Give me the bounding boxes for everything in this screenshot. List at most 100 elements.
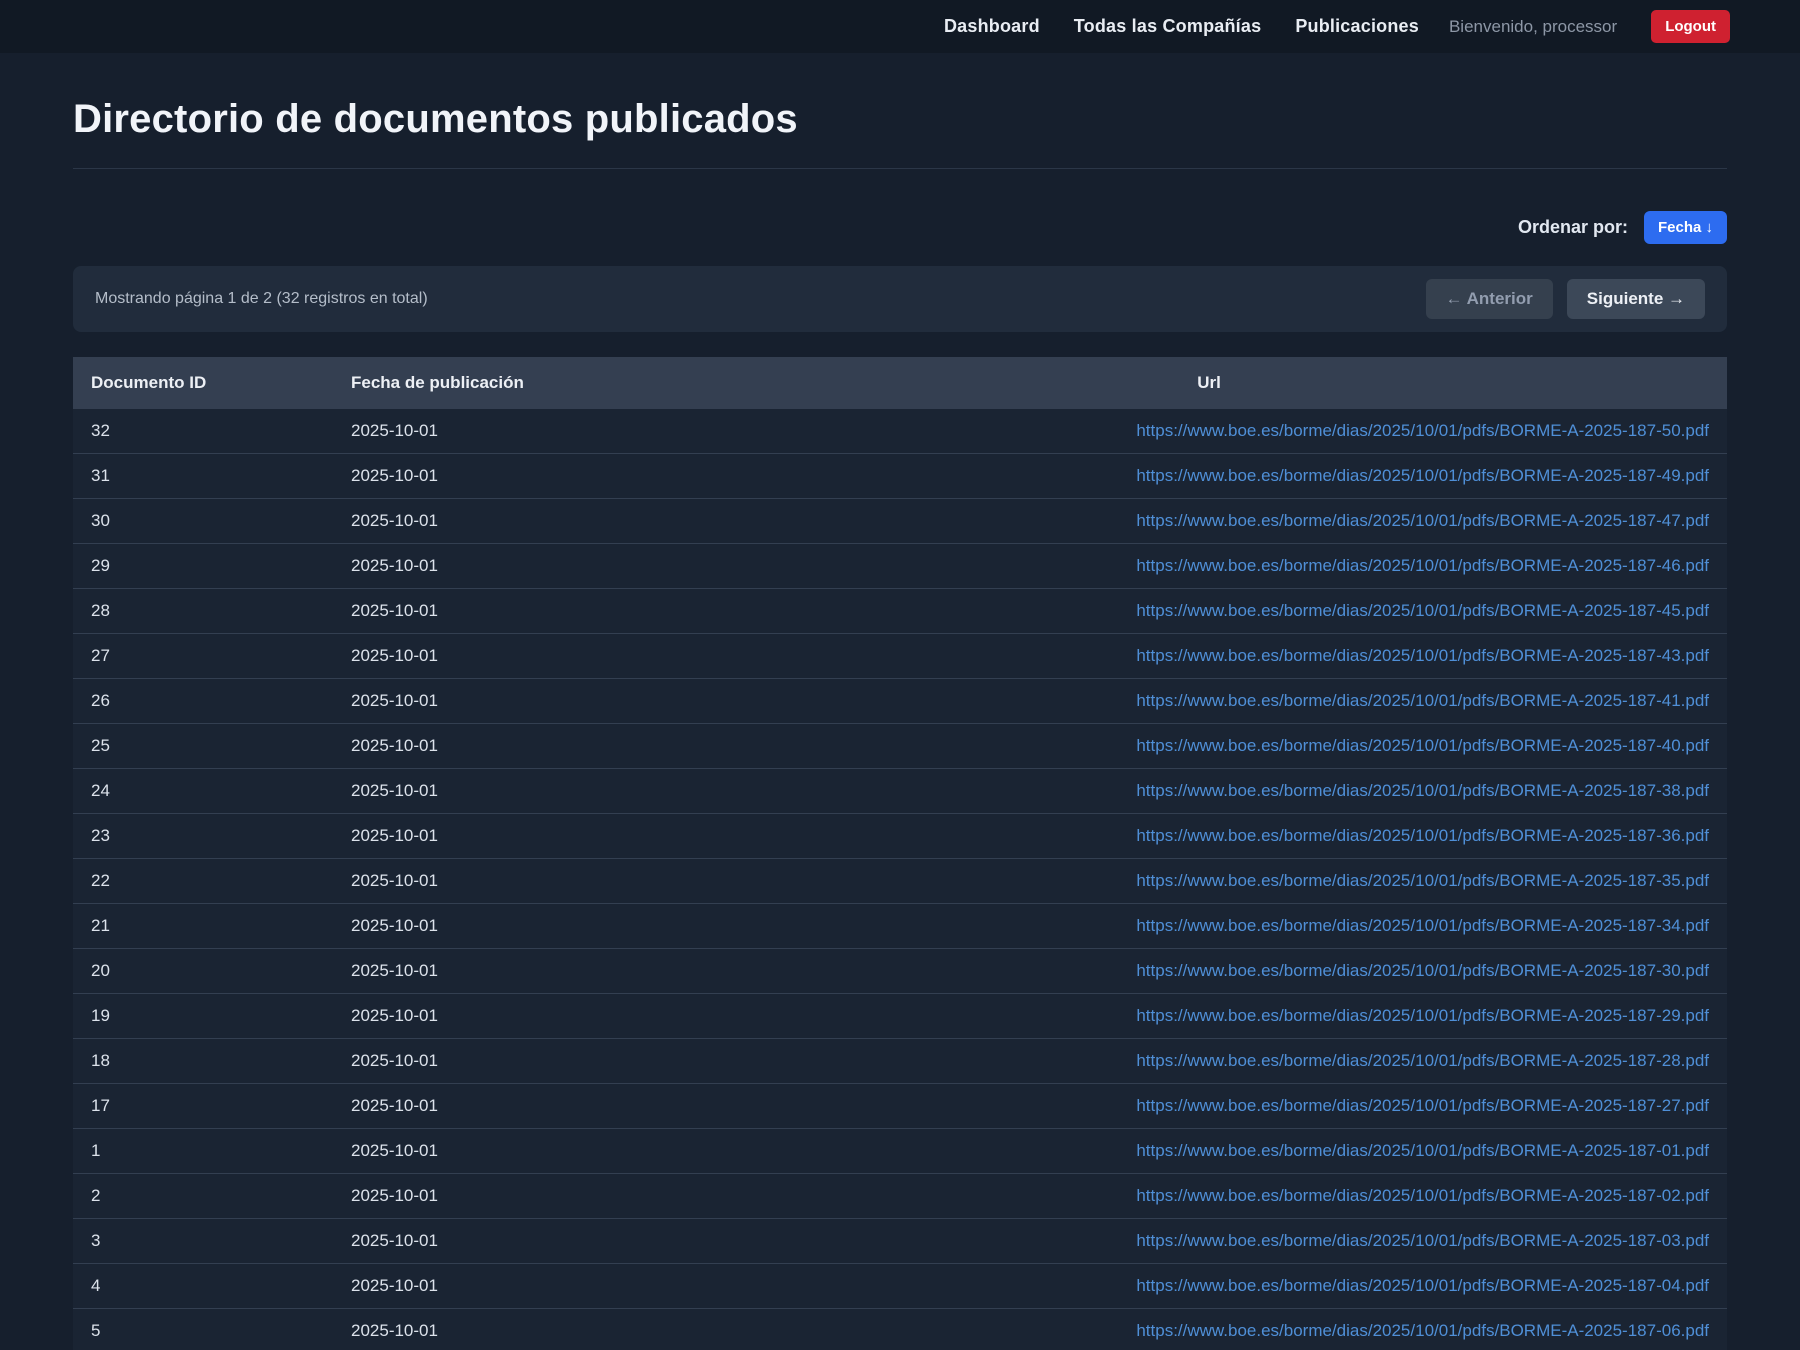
table-row: 22 2025-10-01 https://www.boe.es/borme/d…	[73, 859, 1727, 904]
fecha-cell: 2025-10-01	[333, 1039, 691, 1084]
url-cell: https://www.boe.es/borme/dias/2025/10/01…	[691, 1129, 1727, 1174]
pagination-bar: Mostrando página 1 de 2 (32 registros en…	[73, 266, 1727, 332]
url-cell: https://www.boe.es/borme/dias/2025/10/01…	[691, 994, 1727, 1039]
document-url-link[interactable]: https://www.boe.es/borme/dias/2025/10/01…	[1136, 1186, 1709, 1205]
doc-id-cell: 4	[73, 1264, 333, 1309]
url-cell: https://www.boe.es/borme/dias/2025/10/01…	[691, 544, 1727, 589]
document-url-link[interactable]: https://www.boe.es/borme/dias/2025/10/01…	[1136, 1276, 1709, 1295]
pager-buttons: ← Anterior Siguiente →	[1426, 279, 1705, 319]
url-cell: https://www.boe.es/borme/dias/2025/10/01…	[691, 634, 1727, 679]
table-row: 30 2025-10-01 https://www.boe.es/borme/d…	[73, 499, 1727, 544]
doc-id-cell: 27	[73, 634, 333, 679]
fecha-cell: 2025-10-01	[333, 1129, 691, 1174]
fecha-cell: 2025-10-01	[333, 724, 691, 769]
url-cell: https://www.boe.es/borme/dias/2025/10/01…	[691, 769, 1727, 814]
document-url-link[interactable]: https://www.boe.es/borme/dias/2025/10/01…	[1136, 1231, 1709, 1250]
logout-button[interactable]: Logout	[1651, 10, 1730, 43]
table-row: 18 2025-10-01 https://www.boe.es/borme/d…	[73, 1039, 1727, 1084]
fecha-cell: 2025-10-01	[333, 1264, 691, 1309]
url-cell: https://www.boe.es/borme/dias/2025/10/01…	[691, 724, 1727, 769]
fecha-cell: 2025-10-01	[333, 994, 691, 1039]
table-row: 25 2025-10-01 https://www.boe.es/borme/d…	[73, 724, 1727, 769]
document-url-link[interactable]: https://www.boe.es/borme/dias/2025/10/01…	[1136, 871, 1709, 890]
table-row: 21 2025-10-01 https://www.boe.es/borme/d…	[73, 904, 1727, 949]
url-cell: https://www.boe.es/borme/dias/2025/10/01…	[691, 949, 1727, 994]
prev-page-button[interactable]: ← Anterior	[1426, 279, 1553, 319]
table-row: 1 2025-10-01 https://www.boe.es/borme/di…	[73, 1129, 1727, 1174]
document-url-link[interactable]: https://www.boe.es/borme/dias/2025/10/01…	[1136, 601, 1709, 620]
url-cell: https://www.boe.es/borme/dias/2025/10/01…	[691, 1084, 1727, 1129]
document-url-link[interactable]: https://www.boe.es/borme/dias/2025/10/01…	[1136, 1006, 1709, 1025]
doc-id-cell: 24	[73, 769, 333, 814]
doc-id-cell: 1	[73, 1129, 333, 1174]
document-url-link[interactable]: https://www.boe.es/borme/dias/2025/10/01…	[1136, 646, 1709, 665]
welcome-text: Bienvenido, processor	[1449, 17, 1617, 37]
document-url-link[interactable]: https://www.boe.es/borme/dias/2025/10/01…	[1136, 826, 1709, 845]
sort-row: Ordenar por: Fecha ↓	[73, 211, 1727, 244]
fecha-cell: 2025-10-01	[333, 499, 691, 544]
document-url-link[interactable]: https://www.boe.es/borme/dias/2025/10/01…	[1136, 1096, 1709, 1115]
doc-id-cell: 5	[73, 1309, 333, 1350]
document-url-link[interactable]: https://www.boe.es/borme/dias/2025/10/01…	[1136, 736, 1709, 755]
page-title: Directorio de documentos publicados	[73, 97, 1727, 169]
header-fecha-publicacion: Fecha de publicación	[333, 357, 691, 409]
nav-link-dashboard[interactable]: Dashboard	[944, 16, 1040, 37]
document-url-link[interactable]: https://www.boe.es/borme/dias/2025/10/01…	[1136, 466, 1709, 485]
doc-id-cell: 23	[73, 814, 333, 859]
fecha-cell: 2025-10-01	[333, 544, 691, 589]
url-cell: https://www.boe.es/borme/dias/2025/10/01…	[691, 814, 1727, 859]
fecha-cell: 2025-10-01	[333, 859, 691, 904]
document-url-link[interactable]: https://www.boe.es/borme/dias/2025/10/01…	[1136, 511, 1709, 530]
document-url-link[interactable]: https://www.boe.es/borme/dias/2025/10/01…	[1136, 961, 1709, 980]
url-cell: https://www.boe.es/borme/dias/2025/10/01…	[691, 1219, 1727, 1264]
doc-id-cell: 25	[73, 724, 333, 769]
url-cell: https://www.boe.es/borme/dias/2025/10/01…	[691, 1039, 1727, 1084]
table-row: 23 2025-10-01 https://www.boe.es/borme/d…	[73, 814, 1727, 859]
table-row: 28 2025-10-01 https://www.boe.es/borme/d…	[73, 589, 1727, 634]
nav-link-todas-las-companias[interactable]: Todas las Compañías	[1074, 16, 1262, 37]
url-cell: https://www.boe.es/borme/dias/2025/10/01…	[691, 409, 1727, 454]
pagination-status: Mostrando página 1 de 2 (32 registros en…	[95, 290, 428, 308]
fecha-cell: 2025-10-01	[333, 1174, 691, 1219]
doc-id-cell: 19	[73, 994, 333, 1039]
doc-id-cell: 30	[73, 499, 333, 544]
table-row: 3 2025-10-01 https://www.boe.es/borme/di…	[73, 1219, 1727, 1264]
doc-id-cell: 3	[73, 1219, 333, 1264]
document-url-link[interactable]: https://www.boe.es/borme/dias/2025/10/01…	[1136, 1321, 1709, 1340]
url-cell: https://www.boe.es/borme/dias/2025/10/01…	[691, 1309, 1727, 1350]
doc-id-cell: 28	[73, 589, 333, 634]
table-row: 24 2025-10-01 https://www.boe.es/borme/d…	[73, 769, 1727, 814]
next-page-button[interactable]: Siguiente →	[1567, 279, 1705, 319]
navbar-inner: Dashboard Todas las Compañías Publicacio…	[0, 10, 1800, 43]
fecha-cell: 2025-10-01	[333, 589, 691, 634]
fecha-cell: 2025-10-01	[333, 949, 691, 994]
main-content: Directorio de documentos publicados Orde…	[0, 97, 1800, 1350]
document-url-link[interactable]: https://www.boe.es/borme/dias/2025/10/01…	[1136, 1051, 1709, 1070]
fecha-cell: 2025-10-01	[333, 904, 691, 949]
doc-id-cell: 32	[73, 409, 333, 454]
document-url-link[interactable]: https://www.boe.es/borme/dias/2025/10/01…	[1136, 556, 1709, 575]
table-row: 32 2025-10-01 https://www.boe.es/borme/d…	[73, 409, 1727, 454]
fecha-cell: 2025-10-01	[333, 679, 691, 724]
document-url-link[interactable]: https://www.boe.es/borme/dias/2025/10/01…	[1136, 781, 1709, 800]
table-row: 26 2025-10-01 https://www.boe.es/borme/d…	[73, 679, 1727, 724]
url-cell: https://www.boe.es/borme/dias/2025/10/01…	[691, 499, 1727, 544]
fecha-cell: 2025-10-01	[333, 1309, 691, 1350]
table-row: 2 2025-10-01 https://www.boe.es/borme/di…	[73, 1174, 1727, 1219]
fecha-cell: 2025-10-01	[333, 1084, 691, 1129]
url-cell: https://www.boe.es/borme/dias/2025/10/01…	[691, 679, 1727, 724]
doc-id-cell: 31	[73, 454, 333, 499]
table-row: 29 2025-10-01 https://www.boe.es/borme/d…	[73, 544, 1727, 589]
doc-id-cell: 2	[73, 1174, 333, 1219]
fecha-cell: 2025-10-01	[333, 769, 691, 814]
document-url-link[interactable]: https://www.boe.es/borme/dias/2025/10/01…	[1136, 421, 1709, 440]
document-url-link[interactable]: https://www.boe.es/borme/dias/2025/10/01…	[1136, 1141, 1709, 1160]
document-url-link[interactable]: https://www.boe.es/borme/dias/2025/10/01…	[1136, 691, 1709, 710]
table-header-row: Documento ID Fecha de publicación Url	[73, 357, 1727, 409]
nav-link-publicaciones[interactable]: Publicaciones	[1295, 16, 1419, 37]
table-body: 32 2025-10-01 https://www.boe.es/borme/d…	[73, 409, 1727, 1350]
sort-fecha-button[interactable]: Fecha ↓	[1644, 211, 1727, 244]
navbar: Dashboard Todas las Compañías Publicacio…	[0, 0, 1800, 53]
doc-id-cell: 18	[73, 1039, 333, 1084]
document-url-link[interactable]: https://www.boe.es/borme/dias/2025/10/01…	[1136, 916, 1709, 935]
